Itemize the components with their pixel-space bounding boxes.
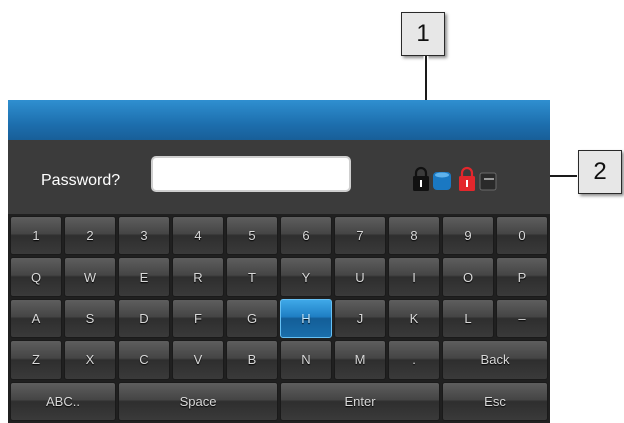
key-2[interactable]: 2 — [64, 216, 116, 256]
database-icon — [433, 172, 451, 190]
key-l[interactable]: L — [442, 298, 494, 339]
key-1[interactable]: 1 — [10, 216, 62, 256]
key-r[interactable]: R — [172, 257, 224, 297]
enter-key[interactable]: Enter — [280, 381, 440, 421]
key-k[interactable]: K — [388, 298, 440, 339]
key-a[interactable]: A — [10, 298, 62, 339]
esc-key[interactable]: Esc — [442, 381, 548, 421]
lock-icon — [459, 166, 475, 191]
key-8[interactable]: 8 — [388, 216, 440, 256]
password-label: Password? — [41, 172, 121, 189]
key-n[interactable]: N — [280, 340, 332, 380]
dialog-title-bar — [8, 100, 550, 140]
password-input[interactable] — [151, 156, 351, 192]
key-h-selected[interactable]: H — [280, 298, 332, 339]
key-i[interactable]: I — [388, 257, 440, 297]
key-p[interactable]: P — [496, 257, 548, 297]
key-d[interactable]: D — [118, 298, 170, 339]
key-c[interactable]: C — [118, 340, 170, 380]
key-q[interactable]: Q — [10, 257, 62, 297]
key-w[interactable]: W — [64, 257, 116, 297]
key-x[interactable]: X — [64, 340, 116, 380]
key-e[interactable]: E — [118, 257, 170, 297]
key-m[interactable]: M — [334, 340, 386, 380]
space-key[interactable]: Space — [118, 381, 278, 421]
status-icons — [413, 166, 497, 191]
key-u[interactable]: U — [334, 257, 386, 297]
back-key[interactable]: Back — [442, 340, 548, 380]
lock-icon — [413, 166, 429, 191]
key-v[interactable]: V — [172, 340, 224, 380]
abc-key[interactable]: ABC.. — [10, 381, 116, 421]
key-3[interactable]: 3 — [118, 216, 170, 256]
key-6[interactable]: 6 — [280, 216, 332, 256]
key-s[interactable]: S — [64, 298, 116, 339]
key-j[interactable]: J — [334, 298, 386, 339]
key-g[interactable]: G — [226, 298, 278, 339]
key-9[interactable]: 9 — [442, 216, 494, 256]
password-panel: Password? 1 2 3 4 5 6 7 8 9 0 Q W E R T … — [8, 140, 550, 423]
key-0[interactable]: 0 — [496, 216, 548, 256]
key-5[interactable]: 5 — [226, 216, 278, 256]
onscreen-keyboard: 1 2 3 4 5 6 7 8 9 0 Q W E R T Y U I O P … — [8, 214, 550, 423]
key-dash[interactable]: – — [496, 298, 548, 339]
key-o[interactable]: O — [442, 257, 494, 297]
key-f[interactable]: F — [172, 298, 224, 339]
key-7[interactable]: 7 — [334, 216, 386, 256]
card-icon — [479, 172, 497, 191]
key-period[interactable]: . — [388, 340, 440, 380]
key-4[interactable]: 4 — [172, 216, 224, 256]
key-y[interactable]: Y — [280, 257, 332, 297]
key-b[interactable]: B — [226, 340, 278, 380]
key-t[interactable]: T — [226, 257, 278, 297]
key-z[interactable]: Z — [10, 340, 62, 380]
